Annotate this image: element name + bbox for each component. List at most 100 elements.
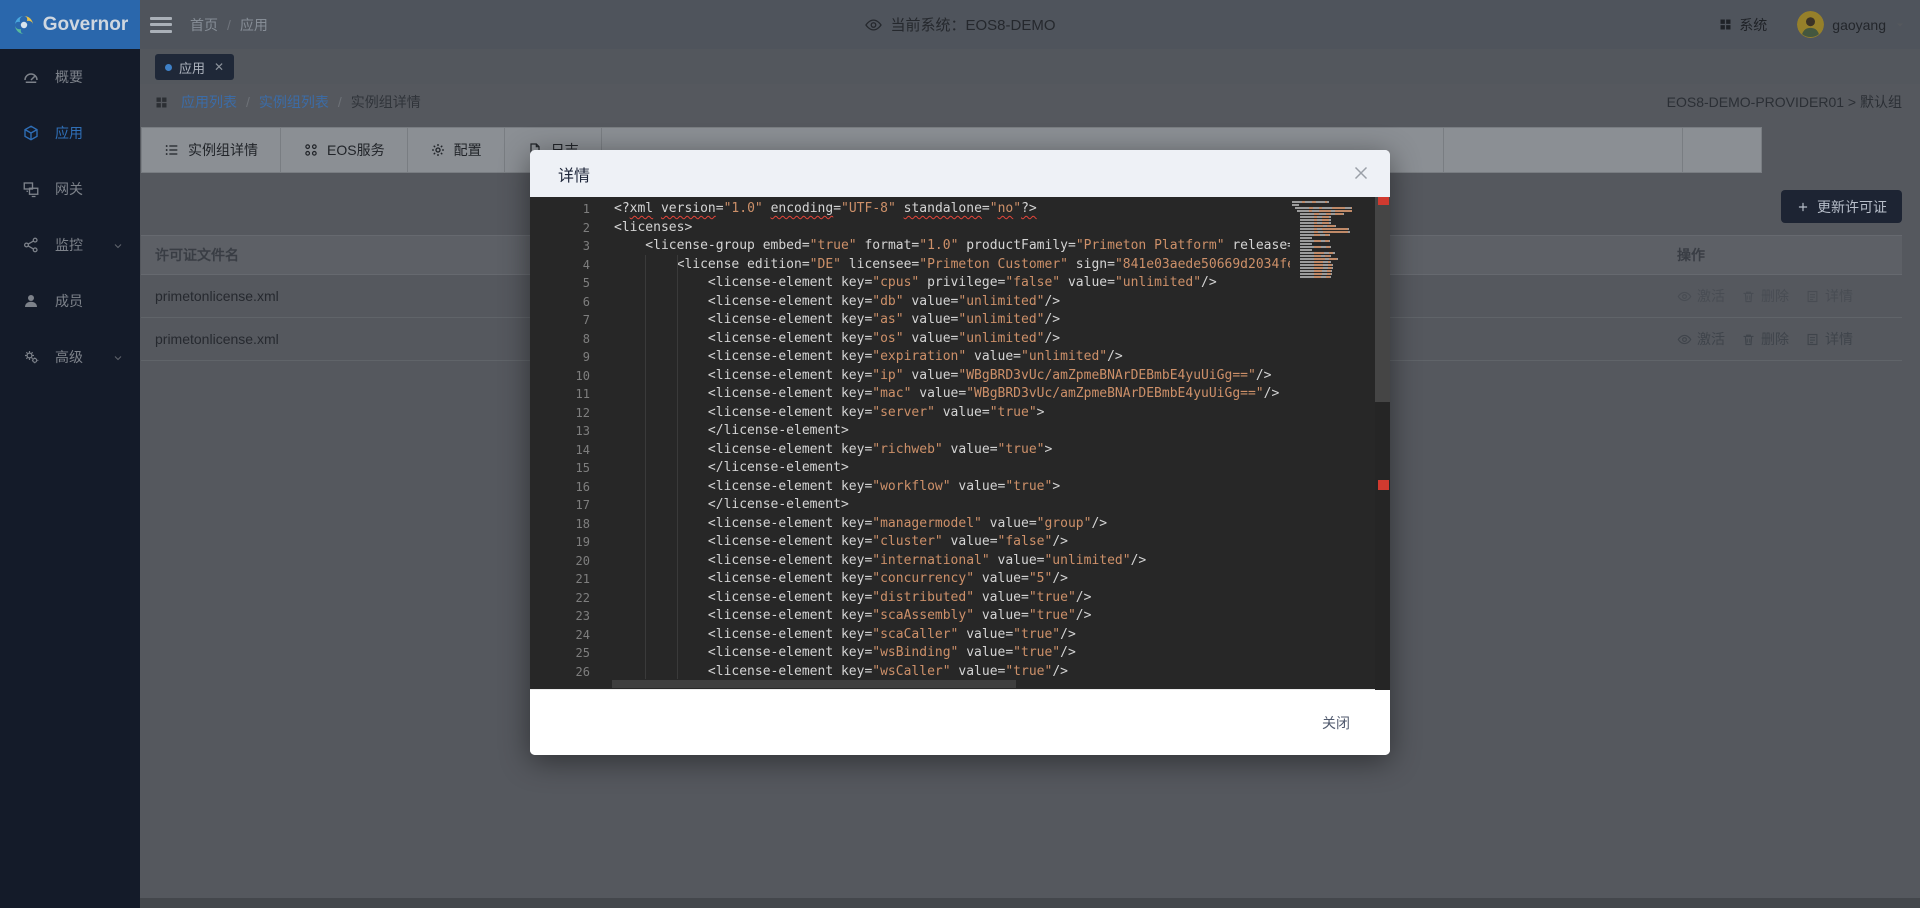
details-modal: 详情 1<?xml version="1.0" encoding="UTF-8"… xyxy=(530,150,1390,755)
line-number: 22 xyxy=(530,589,606,608)
code-line: 8 <license-element key="os" value="unlim… xyxy=(530,330,1390,349)
code-line: 6 <license-element key="db" value="unlim… xyxy=(530,293,1390,312)
code-line: 2<licenses> xyxy=(530,219,1390,238)
action-激活[interactable]: 激活 xyxy=(1677,286,1725,306)
line-number: 24 xyxy=(530,626,606,645)
modal-close-icon[interactable] xyxy=(1350,162,1372,184)
line-number: 20 xyxy=(530,552,606,571)
toolbar-button-label: 实例组详情 xyxy=(188,140,258,160)
line-number: 5 xyxy=(530,274,606,293)
toolbar-button-EOS服务[interactable]: EOS服务 xyxy=(280,127,408,173)
code-line: 21 <license-element key="concurrency" va… xyxy=(530,570,1390,589)
page-breadcrumb-row: 应用列表/实例组列表/实例组详情 EOS8-DEMO-PROVIDER01 > … xyxy=(140,84,1902,120)
member-icon xyxy=(22,292,40,310)
context-path: EOS8-DEMO-PROVIDER01 > 默认组 xyxy=(1667,92,1902,112)
topbar-crumb[interactable]: 首页 xyxy=(190,15,218,35)
sidebar-item-概要[interactable]: 概要 xyxy=(0,49,140,105)
chevron-down-icon xyxy=(112,240,124,252)
scrollbar-thumb[interactable] xyxy=(1375,197,1390,402)
advanced-icon xyxy=(22,348,40,366)
system-menu[interactable]: 系统 xyxy=(1718,15,1767,35)
modal-close-button[interactable]: 关闭 xyxy=(1322,713,1350,733)
dashboard-icon xyxy=(22,68,40,86)
topbar-crumb[interactable]: 应用 xyxy=(240,15,268,35)
page-crumb: 实例组详情 xyxy=(351,94,421,110)
action-激活[interactable]: 激活 xyxy=(1677,329,1725,349)
code-line: 9 <license-element key="expiration" valu… xyxy=(530,348,1390,367)
sidebar-item-网关[interactable]: 网关 xyxy=(0,161,140,217)
line-number: 25 xyxy=(530,644,606,663)
username[interactable]: gaoyang xyxy=(1832,17,1886,33)
sidebar-item-监控[interactable]: 监控 xyxy=(0,217,140,273)
service-icon xyxy=(303,142,319,158)
code-line: 15 </license-element> xyxy=(530,459,1390,478)
toolbar-button-配置[interactable]: 配置 xyxy=(407,127,505,173)
sidebar-item-成员[interactable]: 成员 xyxy=(0,273,140,329)
line-number: 12 xyxy=(530,404,606,423)
tab-label: 应用 xyxy=(179,58,205,77)
code-line: 14 <license-element key="richweb" value=… xyxy=(530,441,1390,460)
toolbar-button-实例组详情[interactable]: 实例组详情 xyxy=(141,127,281,173)
tab-app[interactable]: 应用 ✕ xyxy=(155,54,234,80)
gear-icon xyxy=(430,142,446,158)
page-crumb[interactable]: 实例组列表 xyxy=(259,94,329,110)
line-number: 9 xyxy=(530,348,606,367)
code-line: 3 <license-group embed="true" format="1.… xyxy=(530,237,1390,256)
action-删除[interactable]: 删除 xyxy=(1741,329,1789,349)
sidebar-item-高级[interactable]: 高级 xyxy=(0,329,140,385)
eye-icon xyxy=(1677,289,1692,304)
indent-guide xyxy=(677,255,678,679)
current-system-label: 当前系统：EOS8-DEMO xyxy=(890,14,1055,35)
update-license-button[interactable]: 更新许可证 xyxy=(1781,190,1902,223)
line-number: 18 xyxy=(530,515,606,534)
monitor-icon xyxy=(22,236,40,254)
action-删除[interactable]: 删除 xyxy=(1741,286,1789,306)
code-line: 1<?xml version="1.0" encoding="UTF-8" st… xyxy=(530,200,1390,219)
error-marker xyxy=(1378,197,1389,205)
close-icon xyxy=(1350,162,1372,184)
breadcrumb-separator: / xyxy=(246,94,250,110)
toolbar-button-label: 配置 xyxy=(454,140,482,160)
line-number: 13 xyxy=(530,422,606,441)
code-line: 22 <license-element key="distributed" va… xyxy=(530,589,1390,608)
sidebar-item-label: 高级 xyxy=(55,347,83,367)
topbar-breadcrumb: 首页 / 应用 xyxy=(190,15,268,35)
breadcrumb-separator: / xyxy=(227,17,231,33)
page-crumb[interactable]: 应用列表 xyxy=(181,94,237,110)
action-详情[interactable]: 详情 xyxy=(1805,329,1853,349)
trash-icon xyxy=(1741,332,1756,347)
line-number: 14 xyxy=(530,441,606,460)
line-number: 3 xyxy=(530,237,606,256)
sidebar-item-应用[interactable]: 应用 xyxy=(0,105,140,161)
line-number: 17 xyxy=(530,496,606,515)
editor-hscrollbar-thumb[interactable] xyxy=(612,680,1016,688)
line-number: 4 xyxy=(530,256,606,275)
caret-down-icon xyxy=(1894,19,1906,31)
chevron-down-icon xyxy=(112,352,124,364)
editor-scrollbar xyxy=(1375,197,1390,690)
horizontal-scrollbar[interactable] xyxy=(140,898,1920,908)
trash-icon xyxy=(1741,289,1756,304)
file-icon xyxy=(1805,289,1820,304)
code-line: 4 <license edition="DE" licensee="Primet… xyxy=(530,256,1390,275)
tab-close-icon[interactable]: ✕ xyxy=(214,60,224,74)
modal-title: 详情 xyxy=(558,162,590,186)
modal-header: 详情 xyxy=(530,150,1390,198)
avatar[interactable] xyxy=(1797,11,1824,38)
current-system: 当前系统：EOS8-DEMO xyxy=(864,0,1055,49)
code-line: 16 <license-element key="workflow" value… xyxy=(530,478,1390,497)
editor-minimap[interactable] xyxy=(1290,197,1375,289)
menu-toggle-icon[interactable] xyxy=(150,17,172,33)
gateway-icon xyxy=(22,180,40,198)
breadcrumb-grid-icon xyxy=(154,95,169,110)
toolbar-button-label: EOS服务 xyxy=(327,140,385,160)
code-line: 18 <license-element key="managermodel" v… xyxy=(530,515,1390,534)
code-line: 26 <license-element key="wsCaller" value… xyxy=(530,663,1390,682)
line-number: 11 xyxy=(530,385,606,404)
line-number: 16 xyxy=(530,478,606,497)
action-详情[interactable]: 详情 xyxy=(1805,286,1853,306)
code-line: 10 <license-element key="ip" value="WBgB… xyxy=(530,367,1390,386)
sidebar-item-label: 网关 xyxy=(55,179,83,199)
tab-bar: 应用 ✕ xyxy=(140,49,1920,84)
code-editor[interactable]: 1<?xml version="1.0" encoding="UTF-8" st… xyxy=(530,197,1390,690)
